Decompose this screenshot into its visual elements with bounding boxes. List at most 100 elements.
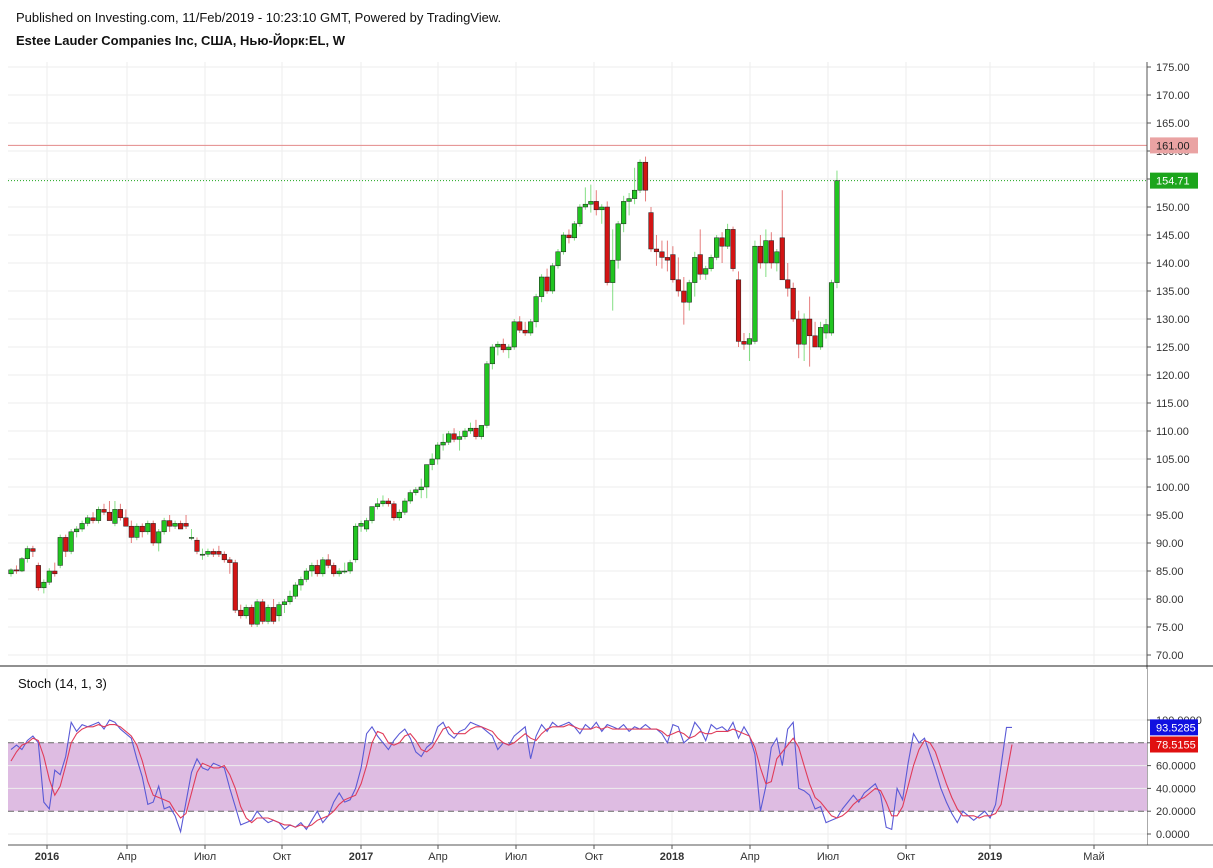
candle-body [254,601,260,625]
candle-body [790,287,796,320]
price-tick-label: 105.00 [1156,454,1190,466]
candle-body [741,341,747,345]
price-tick-label: 90.00 [1156,538,1184,550]
candle-body [342,570,348,573]
candle-body [719,237,725,247]
price-tick-label: 140.00 [1156,258,1190,270]
candle-body [24,548,30,559]
time-tick-label: Июл [817,851,839,863]
candle-body [369,506,375,521]
candle-body [435,444,441,460]
candle-body [128,525,134,538]
candle-body [260,601,266,622]
candle-body [610,259,616,283]
price-plot-area [8,62,1147,664]
candle-body [134,525,140,538]
chart-canvas[interactable]: 175.00170.00165.00160.00155.00150.00145.… [0,0,1213,868]
candle-body [320,559,326,575]
candle-body [571,223,577,239]
price-tick-label: 145.00 [1156,230,1190,242]
candle-body [440,441,446,446]
candle-body [331,565,337,575]
candle-body [632,189,638,199]
candle-body [528,321,534,334]
candle-body [188,537,195,539]
time-tick-label: Апр [117,851,136,863]
candle-body [380,500,386,505]
candle-body [834,180,840,283]
candle-body [364,520,370,530]
candle-body [424,464,430,488]
candle-body [626,198,632,202]
candle-body [413,489,419,493]
candle-body [697,254,703,275]
candle-body [429,458,435,465]
candle-body [265,607,271,622]
candle-body [642,161,649,191]
candle-body [621,201,627,225]
time-tick-label: Окт [273,851,292,863]
candle-body [57,537,63,566]
candle-body [648,212,654,250]
stoch-band [8,742,1147,812]
time-tick-label: Май [1083,851,1105,863]
candle-body [199,553,205,556]
candle-body [746,338,753,345]
price-tick-label: 110.00 [1156,426,1189,438]
candle-body [156,531,162,544]
candle-body [139,525,145,533]
candle-body [79,523,85,530]
candle-body [402,500,408,513]
candle-body [659,251,665,258]
candle-body [418,486,424,491]
time-tick-label: 2017 [349,851,373,863]
candle-body [145,523,151,533]
candle-body [68,531,74,552]
candle-body [566,234,572,239]
time-tick-label: Июл [505,851,527,863]
stoch-pane[interactable]: 100.000080.000060.000040.000020.00000.00… [0,665,1213,845]
candle-body [52,570,58,575]
candle-body [763,240,769,264]
resistance-price-label: 161.00 [1156,140,1190,152]
price-tick-label: 75.00 [1156,622,1184,634]
stoch-tick-label: 60.0000 [1156,761,1196,773]
candle-body [178,523,184,530]
candle-body [221,553,227,561]
time-tick-label: Окт [585,851,604,863]
candle-body [495,343,501,348]
candle-body [752,245,758,342]
stoch-d-value-label: 78.5155 [1156,739,1196,751]
candle-body [123,517,129,527]
candle-body [205,551,211,555]
candle-body [407,492,413,502]
candle-body [462,430,468,437]
price-tick-label: 125.00 [1156,342,1190,354]
candle-body [41,581,47,589]
time-tick-label: 2019 [978,851,1002,863]
price-tick-label: 175.00 [1156,62,1190,74]
price-tick-label: 95.00 [1156,510,1184,522]
candle-body [785,279,791,289]
candle-body [385,500,391,505]
candle-body [309,565,315,572]
candle-body [63,537,69,552]
candle-body [194,539,200,552]
time-axis: 2016 Апр Июл Окт 2017 Апр Июл Окт 2018 Апр Июл Окт 2… [8,844,1213,863]
candle-body [484,363,490,426]
candle-body [812,335,818,348]
candle-body [249,607,255,625]
candle-body [473,427,479,437]
candle-body [670,254,676,281]
candle-body [549,265,556,292]
price-tick-label: 120.00 [1156,370,1190,382]
price-tick-label: 170.00 [1156,90,1190,102]
candle-body [101,509,107,513]
candle-body [446,433,452,443]
candle-body [451,433,457,440]
candle-body [13,569,20,572]
candle-body [768,240,774,264]
candle-body [161,520,167,533]
candle-body [511,321,517,348]
candle-body [374,503,381,507]
